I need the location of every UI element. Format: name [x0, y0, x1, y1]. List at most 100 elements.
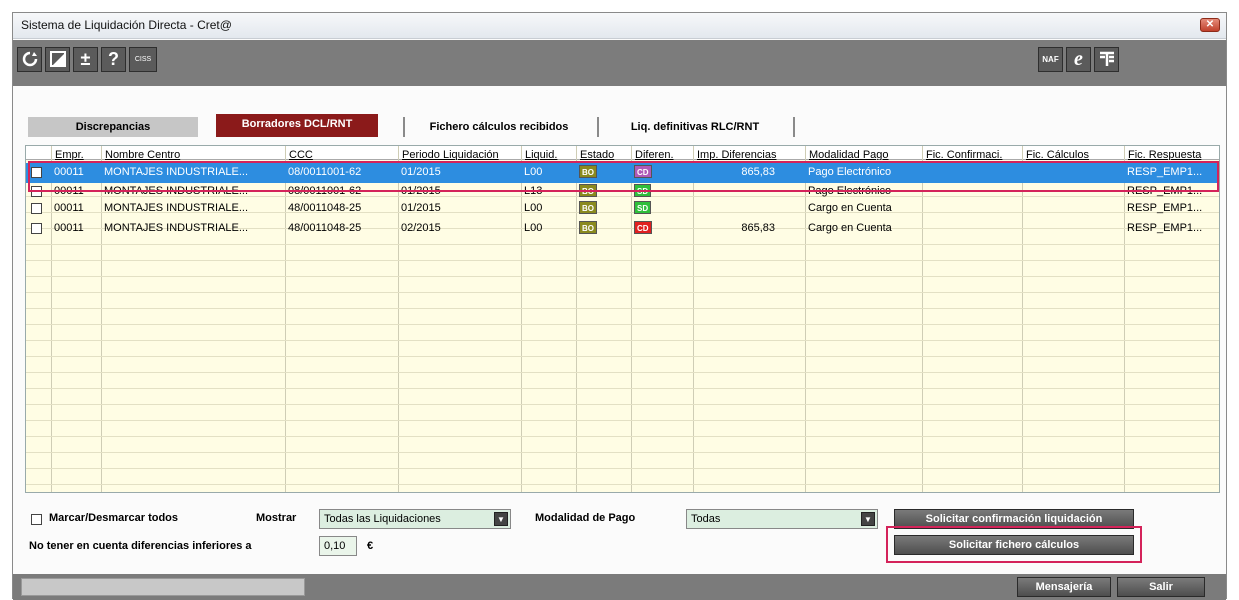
table-cell-periodo: 01/2015 — [401, 166, 441, 178]
data-table: Empr. Nombre Centro CCC Periodo Liquidac… — [25, 145, 1220, 493]
table-cell-imp: 865,83 — [741, 222, 775, 234]
table-cell-fic_calc — [1022, 199, 1124, 219]
table-cell-ccc: 48/0011048-25 — [288, 222, 362, 234]
tab-divider — [403, 117, 405, 137]
close-button[interactable]: ✕ — [1200, 18, 1220, 32]
row-divider — [26, 276, 1219, 277]
threshold-input[interactable]: 0,10 — [319, 536, 357, 556]
column-header[interactable]: Imp. Diferencias — [693, 146, 805, 160]
table-cell-liquid: L00 — [524, 222, 543, 234]
window-title: Sistema de Liquidación Directa - Cret@ — [21, 18, 232, 32]
status-badge: SD — [634, 184, 652, 197]
status-badge: CD — [634, 221, 652, 234]
plus-minus-icon[interactable]: ± — [73, 47, 98, 72]
table-cell-fic_conf — [922, 219, 1022, 239]
row-checkbox[interactable] — [31, 223, 42, 234]
column-header[interactable]: Empr. — [51, 146, 101, 160]
row-divider — [26, 260, 1219, 261]
column-header[interactable]: Fic. Confirmaci. — [922, 146, 1022, 160]
row-checkbox[interactable] — [31, 203, 42, 214]
table-header: Empr. Nombre Centro CCC Periodo Liquidac… — [26, 146, 1219, 160]
mensajeria-button[interactable]: Mensajería — [1017, 577, 1111, 597]
threshold-label: No tener en cuenta diferencias inferiore… — [29, 540, 252, 552]
column-header[interactable]: Fic. Respuesta — [1124, 146, 1219, 160]
currency-symbol: € — [367, 540, 374, 552]
row-divider — [26, 340, 1219, 341]
export-icon[interactable] — [1094, 47, 1119, 72]
column-header[interactable]: Fic. Cálculos — [1022, 146, 1124, 160]
table-cell-fic_conf — [922, 199, 1022, 219]
table-cell-modalidad: Cargo en Cuenta — [808, 202, 892, 214]
tab-bar: Discrepancias Borradores DCL/RNT Fichero… — [13, 109, 1226, 137]
row-checkbox[interactable] — [31, 167, 42, 178]
table-cell-fic_resp: RESP_EMP1... — [1127, 222, 1203, 234]
progress-field — [21, 578, 305, 596]
row-divider — [26, 468, 1219, 469]
salir-button[interactable]: Salir — [1117, 577, 1205, 597]
table-cell-empr: 00011 — [54, 202, 84, 214]
tab-discrepancias[interactable]: Discrepancias — [28, 117, 198, 137]
chevron-down-icon[interactable]: ▼ — [494, 512, 508, 526]
table-cell-estado: BO — [576, 163, 631, 183]
table-row[interactable]: 00011 MONTAJES INDUSTRIALE... 08/0011001-6… — [26, 163, 1219, 183]
row-divider — [26, 484, 1219, 485]
table-cell-liquid: L00 — [524, 202, 543, 214]
column-header[interactable]: Modalidad Pago — [805, 146, 922, 160]
row-divider — [26, 292, 1219, 293]
ciss-icon[interactable]: CISS — [129, 47, 157, 72]
row-divider — [26, 404, 1219, 405]
table-row[interactable]: 00011 MONTAJES INDUSTRIALE... 48/0011048-2… — [26, 199, 1219, 219]
table-cell-ccc: 08/0011001-62 — [288, 166, 362, 178]
column-header[interactable]: Diferen. — [631, 146, 693, 160]
status-badge: BO — [579, 201, 597, 214]
table-row[interactable]: 00011 MONTAJES INDUSTRIALE... 48/0011048-2… — [26, 219, 1219, 239]
mostrar-label: Mostrar — [256, 512, 297, 524]
toolbar: ± ? CISS NAF e — [13, 40, 1226, 86]
naf-icon[interactable]: NAF — [1038, 47, 1063, 72]
table-cell-fic_calc — [1022, 163, 1124, 183]
column-header[interactable]: Nombre Centro — [101, 146, 285, 160]
refresh-icon[interactable] — [17, 47, 42, 72]
help-icon[interactable]: ? — [101, 47, 126, 72]
mostrar-value: Todas las Liquidaciones — [324, 513, 441, 525]
row-divider — [26, 452, 1219, 453]
table-cell-modalidad: Cargo en Cuenta — [808, 222, 892, 234]
select-all-checkbox[interactable] — [31, 514, 42, 525]
table-cell-imp — [693, 199, 805, 219]
solicitar-fichero-calculos-button[interactable]: Solicitar fichero cálculos — [894, 535, 1134, 555]
table-cell-diferen: SD — [631, 199, 693, 219]
table-cell-fic_resp: RESP_EMP1... — [1127, 166, 1203, 178]
edit-icon[interactable] — [45, 47, 70, 72]
table-cell-nombre: MONTAJES INDUSTRIALE... — [104, 202, 249, 214]
table-cell-diferen: CD — [631, 219, 693, 239]
solicitar-confirmacion-button[interactable]: Solicitar confirmación liquidación — [894, 509, 1134, 529]
table-cell-ccc: 48/0011048-25 — [288, 202, 362, 214]
title-bar: Sistema de Liquidación Directa - Cret@ ✕ — [13, 13, 1226, 39]
table-cell-fic_conf — [922, 163, 1022, 183]
status-badge: CD — [634, 165, 652, 178]
tab-borradores[interactable]: Borradores DCL/RNT — [216, 114, 378, 137]
internet-explorer-icon[interactable]: e — [1066, 47, 1091, 72]
row-checkbox[interactable] — [31, 186, 42, 197]
table-cell-empr: 00011 — [54, 166, 84, 178]
column-header[interactable]: Periodo Liquidación — [398, 146, 521, 160]
status-badge: BO — [579, 221, 597, 234]
chevron-down-icon[interactable]: ▼ — [861, 512, 875, 526]
column-header[interactable]: CCC — [285, 146, 398, 160]
column-header[interactable]: Liquid. — [521, 146, 576, 160]
modalidad-value: Todas — [691, 513, 721, 525]
row-divider — [26, 372, 1219, 373]
tab-fichero-calculos[interactable]: Fichero cálculos recibidos — [409, 117, 589, 137]
tab-liq-definitivas[interactable]: Liq. definitivas RLC/RNT — [605, 117, 785, 137]
table-cell-diferen: CD — [631, 163, 693, 183]
column-header[interactable]: Estado — [576, 146, 631, 160]
status-badge: BO — [579, 165, 597, 178]
row-divider — [26, 244, 1219, 245]
row-divider — [26, 436, 1219, 437]
table-cell-imp: 865,83 — [741, 166, 775, 178]
row-divider — [26, 388, 1219, 389]
mostrar-dropdown[interactable]: Todas las Liquidaciones ▼ — [319, 509, 511, 529]
table-cell-periodo: 01/2015 — [401, 202, 441, 214]
modalidad-dropdown[interactable]: Todas ▼ — [686, 509, 878, 529]
table-cell-nombre: MONTAJES INDUSTRIALE... — [104, 166, 249, 178]
